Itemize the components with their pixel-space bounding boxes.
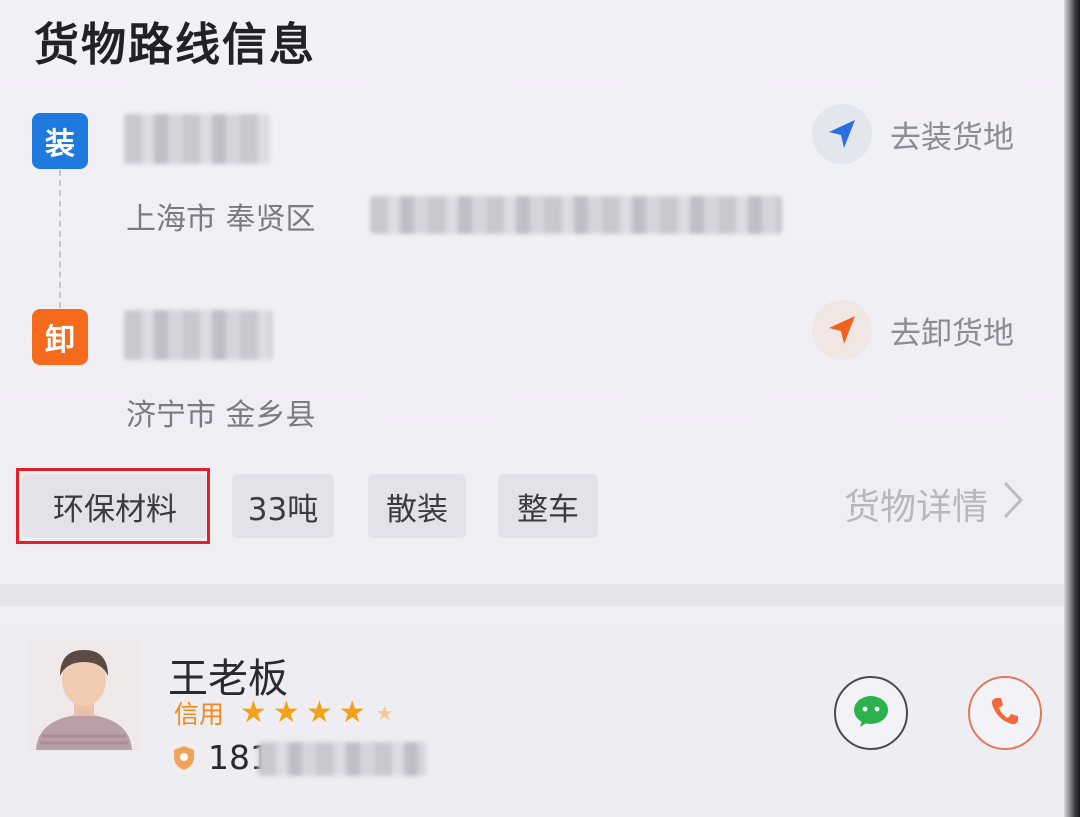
wechat-icon	[852, 694, 890, 732]
tag-weight: 33吨	[232, 474, 334, 538]
star-icon: ★	[272, 695, 300, 730]
route-connector-line	[59, 170, 61, 308]
owner-phone: 181	[170, 738, 271, 777]
load-badge: 装	[32, 113, 88, 169]
call-button[interactable]	[968, 676, 1042, 750]
cargo-detail-label: 货物详情	[843, 487, 988, 528]
wechat-button[interactable]	[834, 676, 908, 750]
credit-label: 信用	[174, 700, 225, 729]
unload-badge: 卸	[32, 309, 88, 365]
unload-company-redacted	[124, 310, 272, 360]
navigate-to-load-label: 去装货地	[890, 119, 1014, 156]
phone-icon	[988, 694, 1022, 732]
load-address-city: 上海市 奉贤区	[126, 202, 316, 237]
navigate-to-load-button[interactable]: 去装货地	[812, 104, 1014, 164]
phone-redacted	[258, 742, 426, 776]
navigate-to-unload-button[interactable]: 去卸货地	[812, 300, 1014, 360]
unload-address-city: 济宁市 金乡县	[126, 398, 316, 433]
star-partial-icon: ★	[375, 701, 394, 725]
load-company-redacted	[124, 114, 270, 164]
cargo-detail-link[interactable]: 货物详情	[844, 478, 1024, 530]
navigate-arrow-icon	[812, 300, 872, 360]
shield-icon	[170, 743, 198, 773]
navigate-arrow-icon	[812, 104, 872, 164]
section-divider	[0, 584, 1064, 606]
tag-vehicle-mode: 整车	[498, 474, 598, 538]
star-icon: ★	[338, 695, 366, 730]
navigate-to-unload-label: 去卸货地	[890, 315, 1014, 352]
page-title: 货物路线信息	[34, 18, 317, 71]
tag-packaging: 散装	[368, 474, 466, 538]
cargo-route-card: 货物路线信息 装 上海市 奉贤区 去装货地 卸 济宁市 金乡县 去卸货地 环保材…	[0, 0, 1064, 817]
star-icon: ★	[240, 695, 267, 730]
star-icon: ★	[305, 695, 333, 730]
chevron-right-icon	[1002, 480, 1024, 529]
device-edge	[1064, 0, 1080, 817]
load-address-detail-redacted	[370, 196, 782, 234]
credit-rating: 信用 ★ ★ ★ ★ ★	[174, 696, 394, 730]
highlight-box	[16, 468, 210, 544]
unload-address: 济宁市 金乡县	[126, 390, 316, 434]
load-address: 上海市 奉贤区	[126, 194, 316, 238]
avatar	[28, 640, 140, 750]
